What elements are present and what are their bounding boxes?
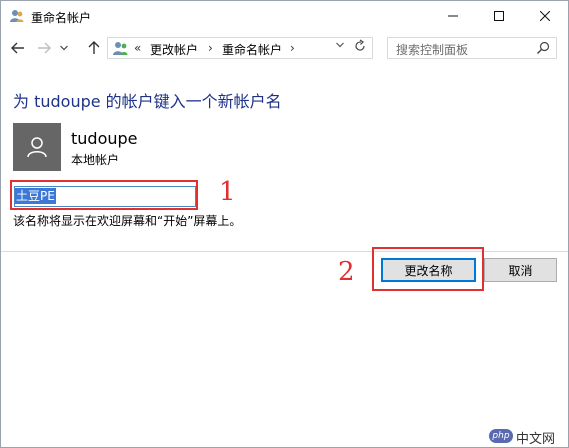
minimize-icon: [448, 15, 458, 17]
change-name-button[interactable]: 更改名称: [381, 258, 476, 282]
breadcrumb-item-change-account[interactable]: 更改帐户: [150, 41, 198, 58]
address-bar[interactable]: « 更改帐户 › 重命名帐户 ›: [107, 37, 373, 59]
address-dropdown[interactable]: [336, 41, 344, 51]
forward-arrow-icon: [38, 42, 51, 54]
php-logo: php: [489, 429, 513, 443]
recent-locations-button[interactable]: [57, 37, 71, 59]
minimize-button[interactable]: [430, 1, 476, 31]
navigation-bar: « 更改帐户 › 重命名帐户 › 搜索控制面板: [1, 33, 568, 63]
search-box[interactable]: 搜索控制面板: [387, 37, 557, 59]
up-button[interactable]: [83, 37, 105, 59]
rename-account-window: 重命名帐户 « 更改帐户 › 重命名帐户 › 搜索控制面板 为 tudoupe …: [0, 0, 569, 448]
breadcrumb-item-rename-account[interactable]: 重命名帐户: [222, 41, 282, 58]
annotation-highlight-input: [10, 180, 198, 210]
breadcrumb-separator: ›: [208, 41, 213, 55]
close-icon: [540, 11, 550, 21]
search-icon: [537, 41, 550, 54]
back-arrow-icon: [11, 42, 24, 54]
cancel-button[interactable]: 取消: [484, 258, 557, 282]
search-placeholder: 搜索控制面板: [396, 43, 469, 57]
annotation-step-1: 1: [219, 177, 236, 207]
forward-button[interactable]: [33, 37, 55, 59]
user-accounts-icon: [10, 10, 24, 22]
page-heading: 为 tudoupe 的帐户键入一个新帐户名: [13, 92, 282, 111]
maximize-icon: [494, 11, 504, 21]
avatar: [13, 123, 61, 171]
control-panel-icon: [113, 42, 128, 55]
refresh-icon: [355, 39, 365, 51]
chevron-down-icon: [336, 42, 344, 48]
up-arrow-icon: [88, 41, 100, 54]
back-button[interactable]: [7, 37, 29, 59]
name-hint: 该名称将显示在欢迎屏幕和“开始”屏幕上。: [13, 214, 242, 228]
chevron-down-icon: [60, 45, 68, 51]
account-type: 本地帐户: [71, 153, 120, 167]
watermark-text: 中文网: [516, 432, 556, 447]
refresh-button[interactable]: [354, 39, 366, 57]
annotation-step-2: 2: [338, 257, 355, 287]
breadcrumb-overflow[interactable]: «: [134, 41, 141, 55]
window-title: 重命名帐户: [31, 11, 92, 25]
user-name: tudoupe: [71, 129, 138, 148]
title-bar: 重命名帐户: [1, 1, 568, 31]
user-icon: [27, 137, 47, 158]
close-button[interactable]: [522, 1, 568, 31]
maximize-button[interactable]: [476, 1, 522, 31]
breadcrumb-separator: ›: [290, 41, 295, 55]
